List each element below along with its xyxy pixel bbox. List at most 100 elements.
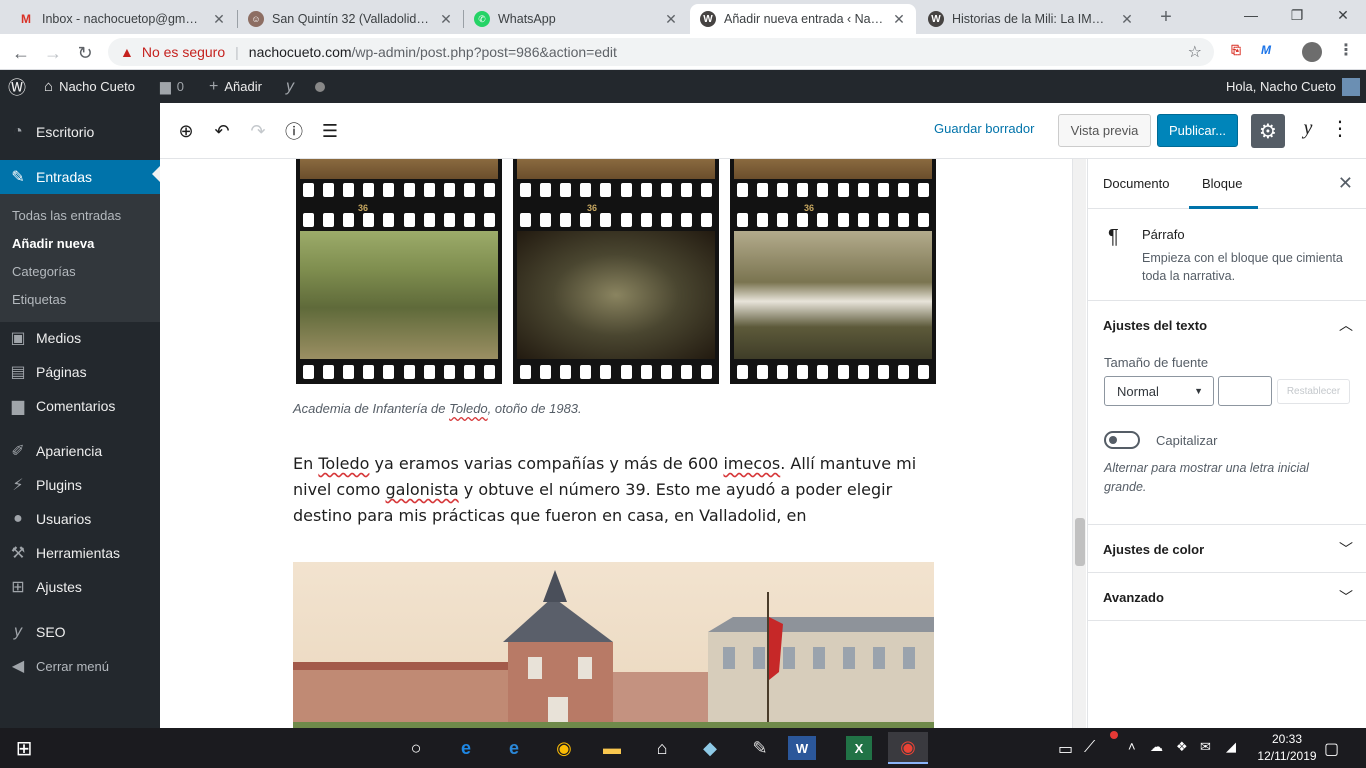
submenu-etiquetas[interactable]: Etiquetas — [12, 292, 66, 307]
chrome-active-icon[interactable]: ◉ — [888, 732, 928, 764]
ie-icon[interactable]: e — [446, 732, 486, 764]
yoast-icon[interactable]: y — [1295, 117, 1321, 145]
sidebar-item-paginas[interactable]: ▤ Páginas — [0, 355, 160, 389]
chevron-down-icon[interactable]: ﹀ — [1339, 587, 1353, 607]
cortana-icon[interactable]: ○ — [396, 732, 436, 764]
edge-icon[interactable]: e — [494, 732, 534, 764]
advanced-heading[interactable]: Avanzado — [1103, 590, 1164, 605]
close-tab-icon[interactable]: ✕ — [212, 11, 226, 28]
close-icon[interactable]: ✕ — [1338, 173, 1353, 194]
site-name-link[interactable]: ⌂ Nacho Cueto — [44, 70, 135, 103]
more-options-icon[interactable]: ⋮ — [1330, 117, 1350, 145]
submenu-categorias[interactable]: Categorías — [12, 264, 76, 279]
excel-icon[interactable]: X — [846, 736, 872, 760]
info-icon[interactable]: ⓘ — [281, 118, 307, 144]
browser-menu-icon[interactable]: ⋮ — [1336, 40, 1356, 59]
browser-tab-whatsapp[interactable]: ✆ WhatsApp ✕ — [464, 4, 688, 34]
close-tab-icon[interactable]: ✕ — [439, 11, 453, 28]
star-icon[interactable]: ☆ — [1188, 42, 1202, 62]
film-frame-2[interactable]: 36 — [513, 159, 719, 384]
reset-button[interactable]: Restablecer — [1277, 379, 1350, 404]
home-icon[interactable]: ⌂ — [642, 732, 682, 764]
sidebar-item-plugins[interactable]: ⚡ Plugins — [0, 468, 160, 502]
account-menu[interactable]: Hola, Nacho Cueto — [1226, 70, 1360, 103]
color-settings-panel[interactable]: Ajustes de color ﹀ — [1088, 525, 1366, 573]
close-window-icon[interactable]: ✕ — [1320, 0, 1366, 30]
submenu-anadir-nueva[interactable]: Añadir nueva — [12, 236, 94, 251]
folder-icon[interactable]: ▬ — [592, 732, 632, 764]
wifi-icon[interactable]: ◢ — [1226, 739, 1236, 755]
close-tab-icon[interactable]: ✕ — [664, 11, 678, 28]
wifi-off-icon[interactable]: ✉ — [1200, 739, 1211, 755]
browser-tab-sanquintin[interactable]: ☺ San Quintín 32 (Valladolid) Regimiento… — [238, 4, 463, 34]
sidebar-item-seo[interactable]: y SEO — [0, 615, 160, 649]
forward-icon[interactable]: → — [40, 40, 66, 66]
maximize-icon[interactable]: ❐ — [1274, 0, 1320, 30]
image-caption[interactable]: Academia de Infantería de Toledo, otoño … — [293, 401, 582, 416]
browser-tab-historias[interactable]: W Historias de la Mili: La IMEC - Nacho … — [918, 4, 1144, 34]
content-scrollbar[interactable] — [1072, 159, 1086, 728]
add-block-icon[interactable]: ⊕ — [173, 118, 199, 144]
gear-icon[interactable]: ⚙ — [1251, 114, 1285, 148]
save-draft-button[interactable]: Guardar borrador — [934, 121, 1034, 136]
chevron-up-icon[interactable]: ︿ — [1339, 315, 1353, 335]
back-icon[interactable]: ← — [8, 40, 34, 66]
film-frame-3[interactable]: 36 — [730, 159, 936, 384]
advanced-panel[interactable]: Avanzado ﹀ — [1088, 573, 1366, 621]
new-tab-button[interactable]: + — [1154, 6, 1178, 30]
sidebar-item-usuarios[interactable]: ● Usuarios — [0, 502, 160, 536]
font-size-select[interactable]: Normal ▼ — [1104, 376, 1214, 406]
paint-icon[interactable]: ✎ — [740, 732, 780, 764]
chevron-up-icon[interactable]: ˄ — [1128, 739, 1136, 754]
text-settings-heading[interactable]: Ajustes del texto — [1103, 318, 1207, 333]
url-bar[interactable]: ▲ No es seguro | nachocueto.com/wp-admin… — [108, 38, 1214, 66]
wordpress-logo-icon[interactable]: Ⓦ — [8, 70, 26, 103]
dropbox-icon[interactable]: ❖ — [1176, 739, 1188, 755]
sidebar-item-medios[interactable]: ▣ Medios — [0, 321, 160, 355]
action-center-icon[interactable]: ▢ — [1324, 739, 1339, 759]
paragraph-block[interactable]: En Toledo ya eramos varias compañías y m… — [293, 451, 933, 529]
onedrive-icon[interactable]: ☁ — [1150, 739, 1163, 755]
sidebar-item-escritorio[interactable]: ◔ Escritorio — [0, 115, 160, 149]
film-frame-1[interactable]: 36 — [296, 159, 502, 384]
pen-icon[interactable]: ⟋ — [1084, 739, 1095, 757]
taskbar-clock[interactable]: 20:33 12/11/2019 — [1252, 731, 1322, 765]
sidebar-item-apariencia[interactable]: ✐ Apariencia — [0, 434, 160, 468]
yoast-icon[interactable]: y — [286, 70, 294, 103]
word-icon[interactable]: W — [788, 736, 816, 760]
sidebar-item-herramientas[interactable]: ⚒ Herramientas — [0, 536, 160, 570]
editor-canvas[interactable]: 36 36 36 Academia de Infantería de Toled… — [160, 159, 1072, 728]
chevron-down-icon[interactable]: ﹀ — [1339, 539, 1353, 559]
redo-icon[interactable]: ↷ — [245, 118, 271, 144]
reload-icon[interactable]: ↻ — [72, 40, 98, 66]
close-tab-icon[interactable]: ✕ — [892, 11, 906, 28]
sidebar-collapse[interactable]: ◀ Cerrar menú — [0, 649, 160, 683]
scrollbar-thumb[interactable] — [1075, 518, 1085, 566]
sidebar-item-comentarios[interactable]: ▆ Comentarios — [0, 389, 160, 423]
submenu-todas[interactable]: Todas las entradas — [12, 208, 121, 223]
close-tab-icon[interactable]: ✕ — [1120, 11, 1134, 28]
undo-icon[interactable]: ↶ — [209, 118, 235, 144]
add-new-link[interactable]: + Añadir — [209, 70, 262, 103]
pdf-extension-icon[interactable]: ⎘ — [1226, 43, 1246, 61]
tab-bloque[interactable]: Bloque — [1202, 176, 1242, 191]
battery-icon[interactable]: ▭ — [1058, 739, 1073, 759]
dropcap-toggle[interactable] — [1104, 431, 1140, 449]
security-label[interactable]: No es seguro — [142, 44, 225, 60]
minimize-icon[interactable]: — — [1228, 0, 1274, 30]
building-photo[interactable] — [293, 562, 934, 728]
sidebar-item-entradas[interactable]: ✎ Entradas — [0, 160, 160, 194]
font-size-input[interactable] — [1218, 376, 1272, 406]
comments-link[interactable]: ▆ 0 — [160, 70, 184, 103]
sidebar-item-ajustes[interactable]: ⊞ Ajustes — [0, 570, 160, 604]
browser-tab-gmail[interactable]: M Inbox - nachocuetop@gmail.com ✕ — [8, 4, 236, 34]
preview-button[interactable]: Vista previa — [1058, 114, 1151, 147]
chrome-icon[interactable]: ◉ — [544, 732, 584, 764]
tab-documento[interactable]: Documento — [1103, 176, 1169, 191]
notes-icon[interactable]: ◆ — [690, 732, 730, 764]
block-navigation-icon[interactable]: ☰ — [317, 118, 343, 144]
browser-tab-active[interactable]: W Añadir nueva entrada ‹ Nacho Cueto ✕ — [690, 4, 916, 34]
publish-button[interactable]: Publicar... — [1157, 114, 1238, 147]
windows-start-icon[interactable]: ⊞ — [4, 732, 44, 764]
movistar-extension-icon[interactable]: M — [1256, 43, 1276, 61]
